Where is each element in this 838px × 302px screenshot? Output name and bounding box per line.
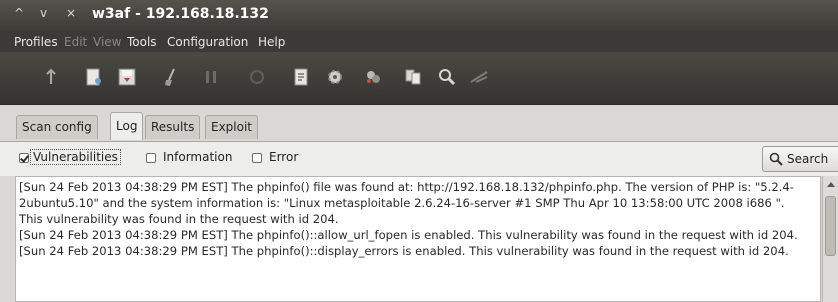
tab-exploit[interactable]: Exploit <box>205 115 259 139</box>
w3af-window: ^ v × w3af - 192.168.18.132 Profiles Edi… <box>0 0 838 302</box>
manual-request-icon[interactable] <box>290 66 312 88</box>
stop-icon[interactable] <box>246 66 268 88</box>
menu-view[interactable]: View <box>93 35 121 49</box>
log-filter-bar: Vulnerabilities Information Error Search <box>0 142 838 176</box>
tab-scan-config[interactable]: Scan config <box>16 115 98 139</box>
magnifier-icon <box>769 152 783 166</box>
tab-log[interactable]: Log <box>110 112 144 140</box>
settings-icon[interactable] <box>324 66 346 88</box>
compare-icon[interactable] <box>402 66 424 88</box>
tab-results[interactable]: Results <box>145 115 201 139</box>
menu-edit[interactable]: Edit <box>64 35 87 49</box>
maximize-button[interactable]: ^ <box>14 6 24 20</box>
vulnerabilities-label[interactable]: Vulnerabilities <box>30 149 121 165</box>
scroll-up-arrow-icon[interactable] <box>827 182 835 187</box>
title-bar: ^ v × w3af - 192.168.18.132 <box>0 0 838 32</box>
scroll-thumb[interactable] <box>825 196 836 256</box>
pause-icon[interactable] <box>200 66 222 88</box>
information-checkbox[interactable] <box>146 153 156 163</box>
search-button-label: Search <box>787 152 829 166</box>
menu-tools[interactable]: Tools <box>127 35 157 49</box>
information-label[interactable]: Information <box>163 150 232 164</box>
search-tool-icon[interactable] <box>436 66 458 88</box>
log-scrollbar[interactable] <box>822 176 838 302</box>
close-button[interactable]: × <box>66 6 76 20</box>
error-checkbox[interactable] <box>252 153 262 163</box>
menu-configuration[interactable]: Configuration <box>167 35 248 49</box>
save-profile-icon[interactable] <box>116 66 138 88</box>
search-button[interactable]: Search <box>762 146 838 172</box>
clear-profile-icon[interactable] <box>160 66 182 88</box>
notebook-tabs: Scan config Log Results Exploit <box>0 105 838 142</box>
window-title: w3af - 192.168.18.132 <box>92 6 269 22</box>
fuzzy-request-icon[interactable] <box>362 66 384 88</box>
log-textview[interactable]: [Sun 24 Feb 2013 04:38:29 PM EST] The ph… <box>15 176 821 302</box>
vulnerabilities-checkbox[interactable] <box>19 153 29 163</box>
log-messages: [Sun 24 Feb 2013 04:38:29 PM EST] The ph… <box>19 180 798 258</box>
proxy-icon[interactable] <box>468 66 490 88</box>
minimize-button[interactable]: v <box>40 6 47 20</box>
error-label[interactable]: Error <box>269 150 298 164</box>
menu-profiles[interactable]: Profiles <box>14 35 58 49</box>
new-profile-icon[interactable] <box>82 66 104 88</box>
toolbar <box>0 52 838 105</box>
start-icon[interactable] <box>40 66 62 88</box>
menu-bar: Profiles Edit View Tools Configuration H… <box>0 32 838 52</box>
menu-help[interactable]: Help <box>258 35 285 49</box>
